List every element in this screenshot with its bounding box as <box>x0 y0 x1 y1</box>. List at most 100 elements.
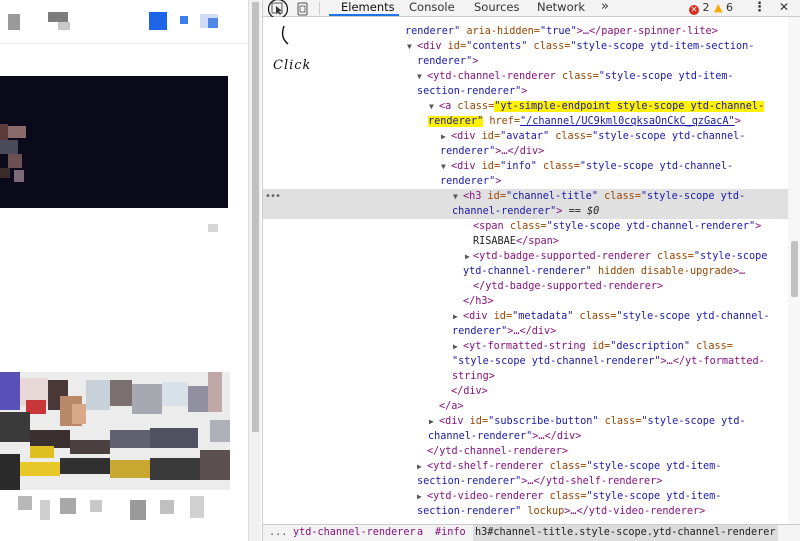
warning-icon: ▲ <box>714 1 723 14</box>
dom-line[interactable]: </ytd-badge-supported-renderer> <box>263 279 788 294</box>
thumbnail-pixel <box>0 124 8 140</box>
pixel <box>110 460 150 478</box>
dom-line-selected[interactable]: ••• ▼ <h3 id="channel-title" class="style-… <box>263 189 788 204</box>
pixel <box>132 384 162 414</box>
dom-line[interactable]: channel-renderer">…</div> <box>263 429 788 444</box>
tab-console-label: Console <box>409 0 455 14</box>
caption-blur <box>60 498 76 514</box>
header-pixel-blur <box>58 22 70 30</box>
breadcrumb-item[interactable]: a <box>417 525 423 541</box>
dom-line[interactable]: section-renderer" lockup>…</ytd-video-re… <box>263 504 788 519</box>
dom-line[interactable]: ▼ <a class="yt-simple-endpoint style-scop… <box>263 99 788 114</box>
close-devtools-button[interactable]: ✕ <box>779 0 789 16</box>
dom-line[interactable]: ▶ <yt-formatted-string id="description" c… <box>263 339 788 354</box>
dom-line[interactable]: renderer">…</div> <box>263 324 788 339</box>
elements-scrollbar[interactable] <box>788 17 800 524</box>
breadcrumb-item[interactable]: #info <box>435 525 466 541</box>
dom-line[interactable]: ▼ <div id="contents" class="style-scope y… <box>263 39 788 54</box>
dom-line[interactable]: ▶ <ytd-shelf-renderer class="style-scope … <box>263 459 788 474</box>
dark-thumbnail[interactable] <box>0 76 228 208</box>
pixel <box>0 412 30 442</box>
breadcrumb-overflow[interactable]: ... <box>269 525 287 541</box>
caption-blur <box>90 500 102 512</box>
close-icon: ✕ <box>779 0 790 14</box>
page-header <box>0 0 248 44</box>
elements-scrollbar-thumb[interactable] <box>791 241 798 297</box>
dom-line[interactable]: ▶ <ytd-video-renderer class="style-scope … <box>263 489 788 504</box>
devtools-panel: Elements Console Sources Network » ✕ 2 ▲… <box>262 0 800 541</box>
caption-blur <box>40 500 50 520</box>
header-icon-blue[interactable] <box>180 16 188 24</box>
dom-line-selected[interactable]: channel-renderer"> == $0 <box>263 204 788 219</box>
page-scrollbar-thumb[interactable] <box>252 2 259 432</box>
breadcrumb-item-active[interactable]: h3#channel-title.style-scope.ytd-channel… <box>473 525 778 541</box>
kebab-menu-icon: ⋮ <box>753 0 766 15</box>
dom-line[interactable]: ▶ <div id="metadata" class="style-scope y… <box>263 309 788 324</box>
pixel <box>20 462 60 476</box>
error-icon: ✕ <box>689 5 699 15</box>
caption-blur <box>18 496 32 510</box>
header-icon-blue[interactable] <box>208 18 218 28</box>
devtools-toolbar: Elements Console Sources Network » ✕ 2 ▲… <box>263 0 800 20</box>
devtools-menu-button[interactable]: ⋮ <box>753 0 766 16</box>
pixel <box>0 372 20 410</box>
selected-node-marker: == $0 <box>568 206 600 217</box>
dom-line[interactable]: </div> <box>263 384 788 399</box>
dom-line[interactable]: section-renderer">…</ytd-shelf-renderer> <box>263 474 788 489</box>
device-toolbar-icon[interactable] <box>297 1 309 16</box>
tab-network[interactable]: Network <box>537 0 585 16</box>
dom-line[interactable]: <span class="style-scope ytd-channel-ren… <box>263 219 788 234</box>
dom-line[interactable]: </a> <box>263 399 788 414</box>
dom-line[interactable]: renderer"> <box>263 54 788 69</box>
error-counter[interactable]: ✕ 2 <box>689 0 710 16</box>
warning-counter[interactable]: ▲ 6 <box>714 0 733 16</box>
dom-line[interactable]: renderer"> <box>263 174 788 189</box>
small-gray-block <box>208 224 218 232</box>
dom-line[interactable]: ▼ <div id="info" class="style-scope ytd-c… <box>263 159 788 174</box>
pixel <box>162 382 188 406</box>
dom-line[interactable]: ▶ <div id="avatar" class="style-scope ytd… <box>263 129 788 144</box>
dom-line[interactable]: </ytd-channel-renderer> <box>263 444 788 459</box>
more-actions-icon[interactable]: ••• <box>265 189 281 204</box>
dom-line[interactable]: ▶ <ytd-badge-supported-renderer class="st… <box>263 249 788 264</box>
pixel <box>30 446 54 458</box>
elements-tree: renderer" aria-hidden="true">…</paper-sp… <box>263 17 788 524</box>
webpage-preview <box>0 0 248 541</box>
pixel <box>72 404 86 424</box>
dom-line[interactable]: renderer">…</div> <box>263 144 788 159</box>
tab-elements[interactable]: Elements <box>329 0 399 16</box>
pixel <box>110 430 150 448</box>
pixel <box>60 458 110 474</box>
dom-line[interactable]: renderer" href="/channel/UC9kml0cqksaOnC… <box>263 114 788 129</box>
dom-line[interactable]: ytd-channel-renderer" hidden disable-upg… <box>263 264 788 279</box>
tab-elements-label: Elements <box>341 0 395 14</box>
pixel <box>70 440 110 454</box>
dom-line[interactable]: string> <box>263 369 788 384</box>
inspect-cursor-icon <box>267 0 289 20</box>
page-scrollbar[interactable] <box>248 0 261 541</box>
thumbnail-pixel <box>14 170 24 182</box>
tab-console[interactable]: Console <box>409 0 455 16</box>
thumbnail-pixel <box>8 154 22 168</box>
dom-line[interactable]: ▶ <div id="subscribe-button" class="style… <box>263 414 788 429</box>
pixel <box>208 372 222 412</box>
dom-line[interactable]: RISABAE</span> <box>263 234 788 249</box>
dom-line[interactable]: </h3> <box>263 294 788 309</box>
dom-line[interactable]: ▼ <ytd-channel-renderer class="style-scop… <box>263 69 788 84</box>
dom-breadcrumb: ... ytd-channel-renderer a #info h3#chan… <box>263 524 800 541</box>
dom-line[interactable]: "style-scope ytd-channel-renderer">…</yt… <box>263 354 788 369</box>
toolbar-separator <box>319 2 320 15</box>
pixel <box>0 454 20 490</box>
breadcrumb-item[interactable]: ytd-channel-renderer <box>293 525 416 541</box>
pixel <box>188 386 208 412</box>
dom-line[interactable]: renderer" aria-hidden="true">…</paper-sp… <box>263 24 788 39</box>
tab-sources[interactable]: Sources <box>474 0 520 16</box>
header-icon-blue[interactable] <box>149 12 167 30</box>
dom-line[interactable]: section-renderer"> <box>263 84 788 99</box>
inspect-element-button[interactable] <box>265 0 291 20</box>
pixel <box>200 450 230 480</box>
more-tabs-icon: » <box>601 0 609 14</box>
more-tabs-button[interactable]: » <box>601 0 609 16</box>
error-count: 2 <box>702 1 710 14</box>
channel-href-link[interactable]: "/channel/UC9kml0cqksaOnCkC_qzGacA" <box>520 116 735 127</box>
